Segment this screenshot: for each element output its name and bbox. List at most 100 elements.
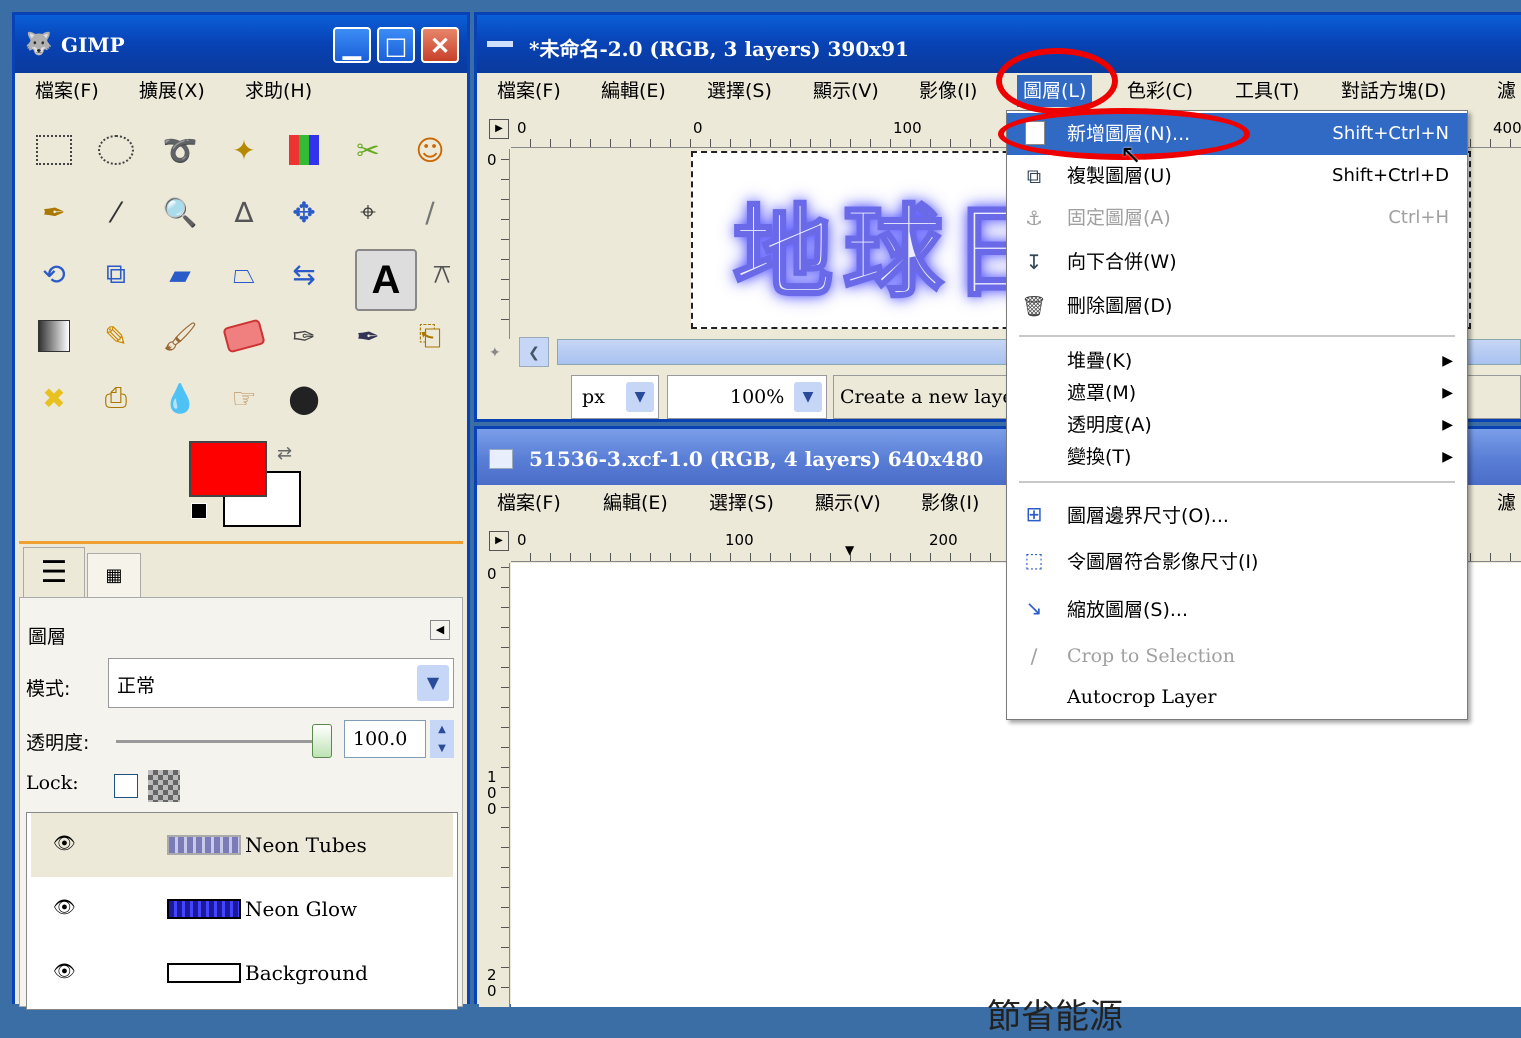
perspective-clone-icon[interactable]: ⎙ [91, 373, 141, 423]
airbrush-icon[interactable]: ✑ [279, 311, 329, 361]
menu-item-duplicate-layer[interactable]: ⧉ 複製圖層(U) Shift+Ctrl+D [1007, 155, 1467, 197]
menu-item-mask[interactable]: 遮罩(M) ▶ [1007, 377, 1467, 409]
layer-row-background[interactable]: 👁 Background [31, 941, 453, 1005]
blur-icon[interactable]: 💧 [155, 373, 205, 423]
ruler-label: 0 [517, 531, 527, 549]
menu-item-crop-to-selection[interactable]: ∕ Crop to Selection [1007, 635, 1467, 677]
clone-icon[interactable]: ⎗ [405, 311, 455, 361]
menu-view[interactable]: 顯示(V) [813, 73, 879, 109]
default-colors-icon[interactable] [191, 503, 207, 519]
layer-row-neon-tubes[interactable]: 👁 Neon Tubes [31, 813, 453, 877]
minimize-button[interactable]: ▁ [333, 27, 371, 63]
menu-item-merge-down[interactable]: ↧ 向下合併(W) [1007, 241, 1467, 283]
menu-colors[interactable]: 色彩(C) [1127, 73, 1193, 109]
eye-icon[interactable]: 👁 [53, 963, 79, 981]
scroll-left-button[interactable]: ❮ [519, 337, 549, 367]
eye-icon[interactable]: 👁 [53, 835, 79, 853]
layer-name: Neon Glow [245, 897, 358, 921]
menu-edit[interactable]: 編輯(E) [603, 485, 668, 521]
shear-icon[interactable]: ▰ [155, 249, 205, 299]
maximize-button[interactable]: □ [377, 27, 415, 63]
menu-image[interactable]: 影像(I) [921, 485, 979, 521]
menu-file[interactable]: 檔案(F) [497, 485, 561, 521]
toolbox-title: GIMP [61, 33, 125, 57]
blend-icon[interactable] [29, 311, 79, 361]
vertical-ruler[interactable]: 0 [479, 149, 510, 339]
menu-view[interactable]: 顯示(V) [815, 485, 881, 521]
mode-select[interactable]: 正常 ▼ [108, 658, 454, 708]
menu-item-autocrop-layer[interactable]: Autocrop Layer [1007, 677, 1467, 717]
flip-icon[interactable]: ⇆ [279, 249, 329, 299]
dodge-burn-icon[interactable]: ⬤ [279, 373, 329, 423]
perspective-icon[interactable]: ⏢ [219, 249, 269, 299]
zoom-select[interactable]: 100% ▼ [667, 375, 827, 419]
tab-layers[interactable]: ☰ [23, 547, 85, 598]
ellipse-select-icon[interactable] [91, 125, 141, 175]
scale-icon[interactable]: ⧉ [91, 249, 141, 299]
menu-tools[interactable]: 工具(T) [1235, 73, 1299, 109]
menu-dialogs[interactable]: 對話方塊(D) [1341, 73, 1446, 109]
opacity-slider-handle[interactable] [312, 724, 332, 758]
paths-icon[interactable]: ✒ [29, 187, 79, 237]
unit-select[interactable]: px ▼ [571, 375, 659, 419]
image-window-1-titlebar[interactable]: *未命名-2.0 (RGB, 3 layers) 390x91 [477, 15, 1521, 73]
menu-item-scale-layer[interactable]: ↘ 縮放圖層(S)... [1007, 587, 1467, 633]
foreground-color-swatch[interactable] [189, 441, 267, 497]
opacity-slider-track[interactable] [116, 740, 326, 743]
zoom-icon[interactable]: 🔍 [155, 187, 205, 237]
smudge-icon[interactable]: ☞ [219, 373, 269, 423]
tab-channels[interactable]: ▦ [87, 553, 141, 599]
lasso-icon[interactable]: ➰ [155, 125, 205, 175]
panel-menu-icon[interactable]: ◀ [430, 620, 450, 640]
quick-mask-icon[interactable]: ▶ [489, 531, 509, 551]
menu-filters[interactable]: 濾 [1497, 73, 1516, 109]
rect-select-icon[interactable] [29, 125, 79, 175]
spin-arrows-icon[interactable]: ▲ ▼ [430, 720, 454, 758]
quick-mask-icon[interactable]: ▶ [489, 119, 509, 139]
rotate-icon[interactable]: ⟲ [29, 249, 79, 299]
paintbrush-icon[interactable]: 🖌 [155, 311, 205, 361]
menu-file[interactable]: 檔案(F) [497, 73, 561, 109]
text-icon[interactable]: A [355, 249, 417, 311]
measure-icon[interactable]: ∆ [219, 187, 269, 237]
menu-file[interactable]: 檔案(F) [35, 73, 99, 109]
ink-icon[interactable]: ✒ [343, 311, 393, 361]
eraser-icon[interactable] [219, 311, 269, 361]
menu-select[interactable]: 選擇(S) [707, 73, 772, 109]
toolbox-titlebar[interactable]: 🐺 GIMP ▁ □ ✕ [15, 15, 467, 73]
menu-select[interactable]: 選擇(S) [709, 485, 774, 521]
bucket-fill-icon[interactable]: ⚻ [417, 249, 467, 299]
menu-item-delete-layer[interactable]: 🗑 刪除圖層(D) [1007, 285, 1467, 327]
menu-extensions[interactable]: 擴展(X) [139, 73, 205, 109]
menu-item-layer-to-image-size[interactable]: ⬚ 令圖層符合影像尺寸(I) [1007, 539, 1467, 585]
opacity-spinbox[interactable]: 100.0 [344, 720, 426, 758]
menu-item-anchor-layer[interactable]: ⚓ 固定圖層(A) Ctrl+H [1007, 197, 1467, 239]
menu-help[interactable]: 求助(H) [245, 73, 312, 109]
close-button[interactable]: ✕ [421, 27, 459, 63]
menu-filters[interactable]: 濾 [1497, 485, 1516, 521]
heal-icon[interactable]: ✖ [29, 373, 79, 423]
eye-icon[interactable]: 👁 [53, 899, 79, 917]
vertical-ruler[interactable]: 0 100 20 [479, 563, 510, 1007]
magic-wand-icon[interactable]: ✦ [219, 125, 269, 175]
swap-colors-icon[interactable]: ⇄ [277, 443, 292, 464]
lock-alpha-icon[interactable] [148, 770, 180, 802]
menu-item-layer-boundary-size[interactable]: ⊞ 圖層邊界尺寸(O)... [1007, 493, 1467, 539]
move-icon[interactable]: ✥ [279, 187, 329, 237]
layer-row-neon-glow[interactable]: 👁 Neon Glow [31, 877, 453, 941]
menu-image[interactable]: 影像(I) [919, 73, 977, 109]
menu-item-stack[interactable]: 堆疊(K) ▶ [1007, 345, 1467, 377]
menu-item-transform[interactable]: 變換(T) ▶ [1007, 441, 1467, 473]
color-select-icon[interactable] [279, 125, 329, 175]
menu-edit[interactable]: 編輯(E) [601, 73, 666, 109]
menu-item-transparency[interactable]: 透明度(A) ▶ [1007, 409, 1467, 441]
align-icon[interactable]: ⌖ [343, 187, 393, 237]
pencil-icon[interactable]: ✎ [91, 311, 141, 361]
crop-icon[interactable]: ∕ [405, 187, 455, 237]
lock-pixels-checkbox[interactable] [114, 774, 138, 798]
layer-thumbnail [167, 963, 241, 983]
foreground-select-icon[interactable]: ☺ [405, 125, 455, 175]
color-picker-icon[interactable]: ⁄ [91, 187, 141, 237]
scissors-icon[interactable]: ✂ [343, 125, 393, 175]
navigate-icon[interactable]: ✦ [489, 345, 501, 361]
